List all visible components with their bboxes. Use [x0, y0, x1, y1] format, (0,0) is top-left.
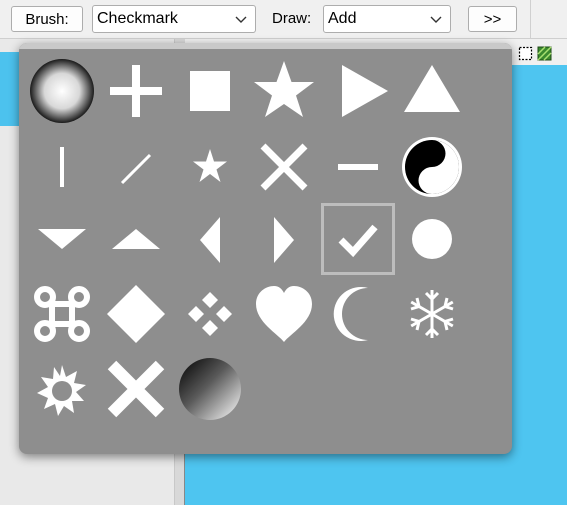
small-star-icon: [193, 149, 227, 182]
triangle-down-small-icon: [38, 229, 86, 249]
toolbar: Brush: Checkmark Draw: Add >>: [0, 0, 567, 39]
snowflake-icon: [410, 290, 454, 338]
brush-triangle-right-small[interactable]: [248, 203, 320, 275]
brush-bold-x[interactable]: [100, 353, 172, 425]
brush-command-key[interactable]: [26, 278, 98, 350]
brush-square[interactable]: [174, 55, 246, 127]
brush-diagonal-line[interactable]: [100, 131, 172, 203]
checkmark-icon: [338, 224, 378, 258]
brush-star[interactable]: [248, 55, 320, 127]
sphere-soft-icon: [30, 59, 94, 123]
brush-button[interactable]: Brush:: [11, 6, 83, 32]
brush-triangle-right[interactable]: [322, 55, 394, 127]
brush-triangle-down-small[interactable]: [26, 203, 98, 275]
yin-yang-icon: [402, 137, 462, 197]
brush-sun[interactable]: [26, 353, 98, 425]
pattern-fill-icon[interactable]: [537, 46, 552, 61]
plus-icon: [110, 65, 162, 117]
brush-diamond[interactable]: [100, 278, 172, 350]
more-button[interactable]: >>: [468, 6, 517, 32]
brush-vertical-line[interactable]: [26, 131, 98, 203]
triangle-left-small-icon: [200, 217, 220, 263]
brush-small-star[interactable]: [174, 131, 246, 203]
bold-x-icon: [107, 360, 165, 418]
draw-select-value: Add: [328, 10, 357, 27]
command-key-icon: [34, 286, 90, 342]
brush-x[interactable]: [248, 131, 320, 203]
draw-label: Draw:: [272, 10, 312, 27]
crescent-moon-icon: [333, 287, 368, 341]
brush-plus[interactable]: [100, 55, 172, 127]
brush-checkmark-selected[interactable]: [321, 203, 395, 275]
brush-circle[interactable]: [396, 203, 468, 275]
brush-triangle-left-small[interactable]: [174, 203, 246, 275]
draw-select[interactable]: Add: [323, 5, 451, 33]
brush-heart[interactable]: [248, 278, 320, 350]
diagonal-line-icon: [120, 153, 152, 185]
brush-select[interactable]: Checkmark: [92, 5, 256, 33]
triangle-right-icon: [342, 65, 388, 117]
brush-four-diamonds[interactable]: [174, 278, 246, 350]
brush-yin-yang[interactable]: [396, 131, 468, 203]
chevron-down-icon: [235, 16, 247, 23]
brush-picker-panel: [19, 43, 512, 454]
vertical-line-icon: [60, 147, 64, 187]
panel-header-strip: [19, 43, 512, 49]
mini-toolbar: [515, 43, 567, 65]
gradient-sphere-icon: [179, 358, 241, 420]
marquee-select-icon[interactable]: [518, 46, 533, 61]
brush-gradient-sphere[interactable]: [174, 353, 246, 425]
horizontal-line-icon: [338, 164, 378, 170]
heart-icon: [256, 286, 312, 342]
star-icon: [254, 61, 314, 117]
brush-snowflake[interactable]: [396, 278, 468, 350]
sun-icon: [37, 365, 86, 416]
brush-horizontal-line[interactable]: [322, 131, 394, 203]
brush-crescent-moon[interactable]: [322, 278, 394, 350]
triangle-right-small-icon: [274, 217, 294, 263]
four-diamonds-icon: [188, 292, 232, 336]
brush-triangle-up-small[interactable]: [100, 203, 172, 275]
brush-triangle-up[interactable]: [396, 55, 468, 127]
circle-icon: [412, 219, 452, 259]
chevron-down-icon: [430, 16, 442, 23]
brush-select-value: Checkmark: [97, 10, 178, 27]
triangle-up-small-icon: [112, 229, 160, 249]
brush-sphere-soft[interactable]: [26, 55, 98, 127]
triangle-up-icon: [404, 65, 460, 112]
square-icon: [190, 71, 230, 111]
toolbar-separator: [530, 0, 531, 38]
diamond-icon: [107, 285, 165, 343]
x-icon: [260, 143, 308, 191]
